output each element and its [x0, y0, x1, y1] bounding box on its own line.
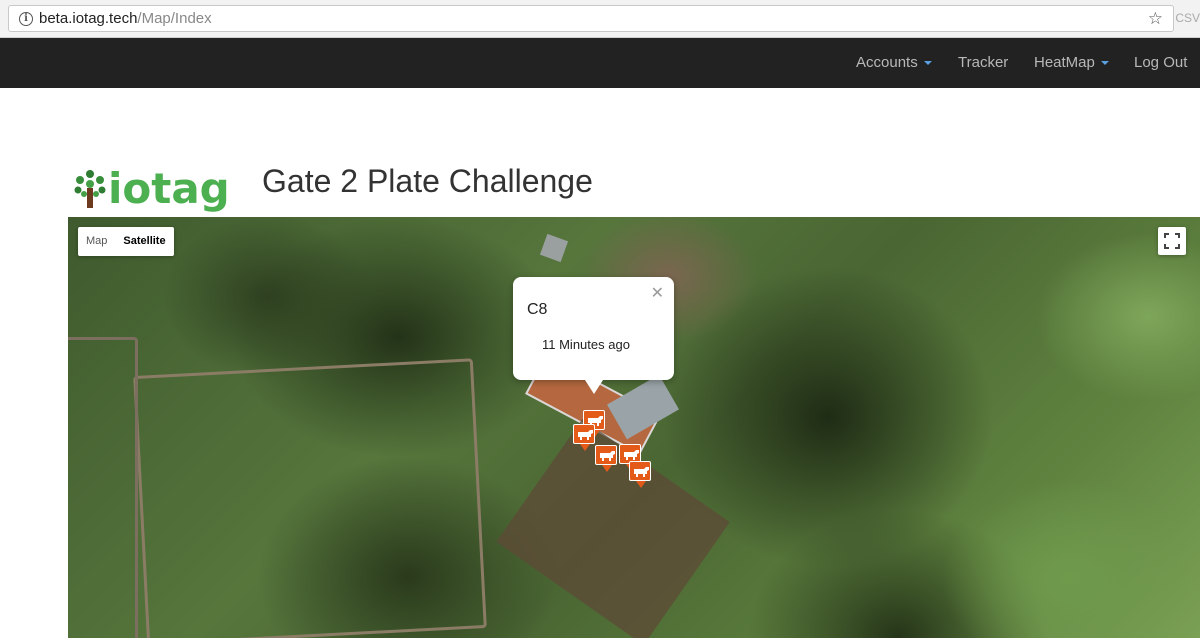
cow-icon: [578, 430, 593, 440]
cow-icon: [624, 450, 639, 460]
nav-heatmap[interactable]: HeatMap: [1034, 54, 1109, 71]
extension-label[interactable]: CSV: [1175, 11, 1200, 25]
cow-icon: [634, 467, 649, 477]
popup-time: 11 Minutes ago: [542, 337, 630, 352]
nav-heatmap-label: HeatMap: [1034, 54, 1095, 71]
chevron-down-icon: [1100, 61, 1109, 66]
url-text: beta.iotag.tech/Map/Index: [39, 10, 212, 27]
iotag-logo[interactable]: iotag: [68, 162, 240, 213]
info-icon[interactable]: i: [19, 12, 33, 26]
cow-marker[interactable]: [595, 445, 617, 472]
small-building: [539, 233, 569, 263]
bookmark-star-icon[interactable]: ☆: [1148, 9, 1163, 29]
track-outline: [68, 337, 138, 638]
browser-toolbar: i beta.iotag.tech/Map/Index ☆ CSV: [0, 0, 1200, 38]
satellite-map[interactable]: Map Satellite ✕ C8 11 Minutes ago: [68, 217, 1200, 638]
map-type-satellite-button[interactable]: Satellite: [115, 227, 173, 256]
top-navbar: Accounts Tracker HeatMap Log Out: [0, 38, 1200, 88]
cow-marker[interactable]: [573, 424, 595, 451]
tree-icon: [74, 170, 106, 208]
page-title: Gate 2 Plate Challenge: [262, 163, 593, 199]
cow-marker[interactable]: [629, 461, 651, 488]
fullscreen-icon: [1164, 233, 1180, 249]
fullscreen-button[interactable]: [1158, 227, 1186, 255]
url-path: /Map/Index: [137, 10, 212, 27]
paddock-outline: [133, 358, 487, 638]
nav-logout-label: Log Out: [1134, 54, 1188, 71]
info-window: ✕ C8 11 Minutes ago: [513, 277, 674, 394]
nav-accounts-label: Accounts: [856, 54, 918, 71]
nav-accounts[interactable]: Accounts: [856, 54, 932, 71]
cow-icon: [600, 451, 615, 461]
nav-tracker[interactable]: Tracker: [958, 54, 1008, 71]
popup-title: C8: [527, 301, 548, 318]
logo-wordmark: iotag: [108, 164, 230, 213]
map-type-map-button[interactable]: Map: [78, 227, 115, 256]
url-host: beta.iotag.tech: [39, 10, 138, 27]
map-type-control: Map Satellite: [78, 227, 174, 256]
address-bar[interactable]: i beta.iotag.tech/Map/Index ☆: [8, 5, 1174, 32]
close-icon[interactable]: ✕: [651, 283, 664, 303]
nav-tracker-label: Tracker: [958, 54, 1009, 71]
chevron-down-icon: [923, 61, 932, 66]
nav-logout[interactable]: Log Out: [1134, 54, 1187, 71]
